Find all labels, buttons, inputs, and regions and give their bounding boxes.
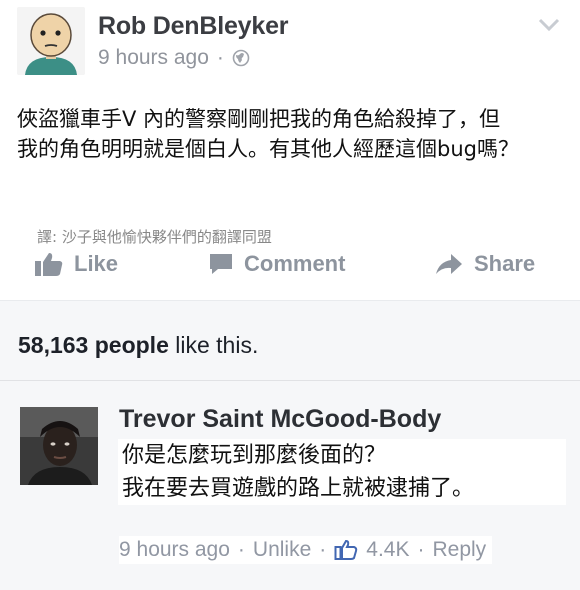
meta-separator: ·	[237, 538, 245, 561]
reply-link[interactable]: Reply	[432, 538, 486, 562]
comment-label: Comment	[244, 251, 346, 276]
post-author-name[interactable]: Rob DenBleyker	[98, 12, 289, 41]
like-label: Like	[74, 251, 119, 276]
commenter-name[interactable]: Trevor Saint McGood-Body	[119, 405, 441, 434]
like-button[interactable]: Like	[34, 244, 118, 284]
likes-suffix: like this.	[168, 332, 259, 358]
post-text-line: 俠盜獵車手V 內的警察剛剛把我的角色給殺掉了，但	[17, 107, 501, 131]
likes-count[interactable]: 58,163 people	[18, 332, 169, 358]
meta-separator: ·	[216, 46, 224, 69]
post-text-line: 我的角色明明就是個白人。有其他人經歷這個bug嗎？	[17, 137, 519, 161]
commenter-avatar[interactable]	[20, 407, 98, 485]
photo-avatar-icon	[20, 407, 98, 485]
post-timestamp[interactable]: 9 hours ago	[98, 46, 209, 70]
post-card: Rob DenBleyker 9 hours ago · 俠盜獵車手V 內的警察…	[0, 0, 580, 300]
thumbs-up-blue-icon[interactable]	[334, 539, 358, 561]
post-body: 俠盜獵車手V 內的警察剛剛把我的角色給殺掉了，但 我的角色明明就是個白人。有其他…	[17, 104, 567, 164]
comment-item: Trevor Saint McGood-Body 你是怎麼玩到那麼後面的？ 我在…	[0, 380, 580, 590]
meta-separator: ·	[319, 538, 327, 561]
comment-text-line: 我在要去買遊戲的路上就被逮捕了。	[122, 476, 475, 501]
cartoon-face-avatar-icon	[17, 7, 85, 75]
speech-bubble-icon	[210, 254, 232, 274]
comment-meta: 9 hours ago · Unlike · 4.4K · Reply	[119, 536, 493, 564]
thumbs-up-icon	[35, 253, 63, 276]
share-label: Share	[474, 251, 536, 276]
share-arrow-icon	[436, 254, 462, 274]
unlike-link[interactable]: Unlike	[253, 538, 311, 562]
chevron-down-icon[interactable]	[538, 18, 560, 32]
post-actions-bar: Like Comment Share	[0, 244, 580, 284]
share-button[interactable]: Share	[434, 244, 535, 284]
likes-summary: 58,163 people like this.	[0, 300, 580, 381]
post-meta: 9 hours ago ·	[98, 46, 250, 70]
comment-like-count[interactable]: 4.4K	[366, 538, 409, 562]
meta-separator: ·	[417, 538, 425, 561]
likes-text[interactable]: 58,163 people like this.	[18, 332, 258, 359]
comment-timestamp[interactable]: 9 hours ago	[119, 538, 230, 562]
comment-text-line: 你是怎麼玩到那麼後面的？	[122, 443, 387, 468]
comment-body: 你是怎麼玩到那麼後面的？ 我在要去買遊戲的路上就被逮捕了。	[118, 439, 566, 505]
author-avatar[interactable]	[17, 7, 85, 75]
comment-button[interactable]: Comment	[208, 244, 345, 284]
globe-icon[interactable]	[232, 49, 250, 67]
